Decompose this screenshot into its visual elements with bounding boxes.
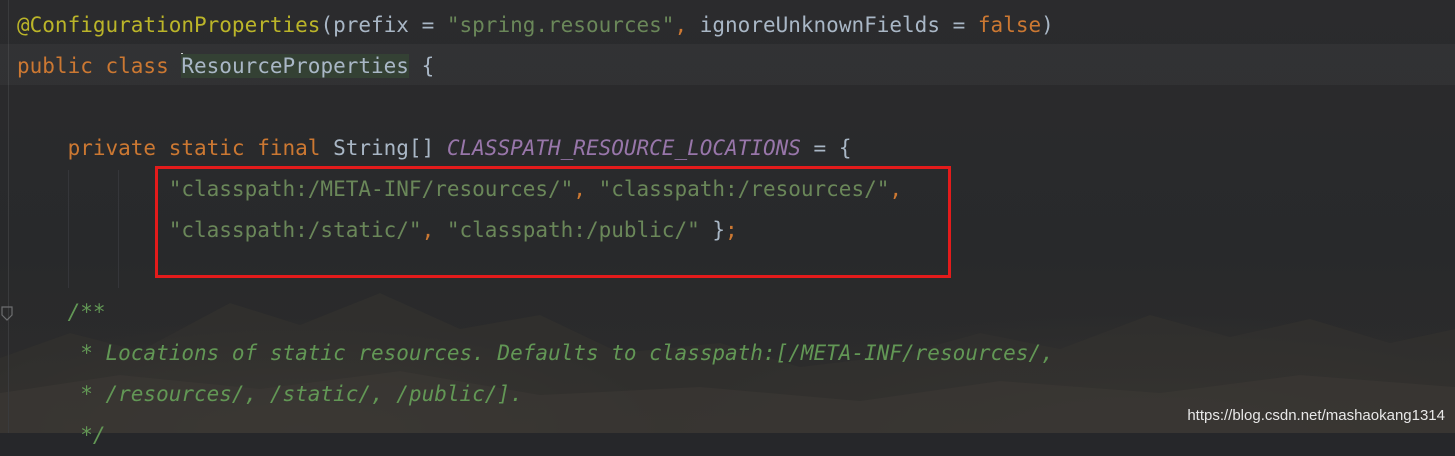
code-line[interactable]: */ — [17, 415, 106, 456]
code-token: ) — [1041, 13, 1054, 37]
code-line[interactable]: /** — [17, 292, 106, 333]
code-token: String[] — [333, 136, 447, 160]
code-token: private static final — [17, 136, 334, 160]
code-token: false — [977, 13, 1042, 37]
code-token: ResourceProperties — [181, 54, 409, 78]
watermark: https://blog.csdn.net/mashaokang1314 — [1187, 407, 1445, 424]
code-line[interactable]: * /resources/, /static/, /public/]. — [17, 374, 523, 415]
code-token: "spring.resources" — [446, 13, 675, 37]
fold-marker-icon[interactable] — [0, 306, 14, 322]
code-token: * /resources/, /static/, /public/]. — [17, 382, 523, 406]
code-token: @ConfigurationProperties — [17, 13, 321, 37]
code-token: */ — [17, 423, 106, 447]
code-line[interactable]: public class ResourceProperties { — [17, 46, 434, 87]
code-token: CLASSPATH_RESOURCE_LOCATIONS — [446, 136, 801, 160]
code-token: public class — [17, 54, 182, 78]
highlight-box — [155, 166, 951, 278]
code-token: { — [408, 54, 435, 78]
code-token: /** — [17, 300, 106, 324]
code-token: * Locations of static resources. Default… — [17, 341, 1054, 365]
code-line[interactable]: private static final String[] CLASSPATH_… — [17, 128, 852, 169]
code-token: = { — [800, 136, 852, 160]
code-token: ignoreUnknownFields = — [699, 13, 978, 37]
code-token: (prefix = — [320, 13, 447, 37]
code-line[interactable]: * Locations of static resources. Default… — [17, 333, 1054, 374]
code-line[interactable]: @ConfigurationProperties(prefix = "sprin… — [17, 5, 1054, 46]
code-token: , — [674, 13, 700, 37]
